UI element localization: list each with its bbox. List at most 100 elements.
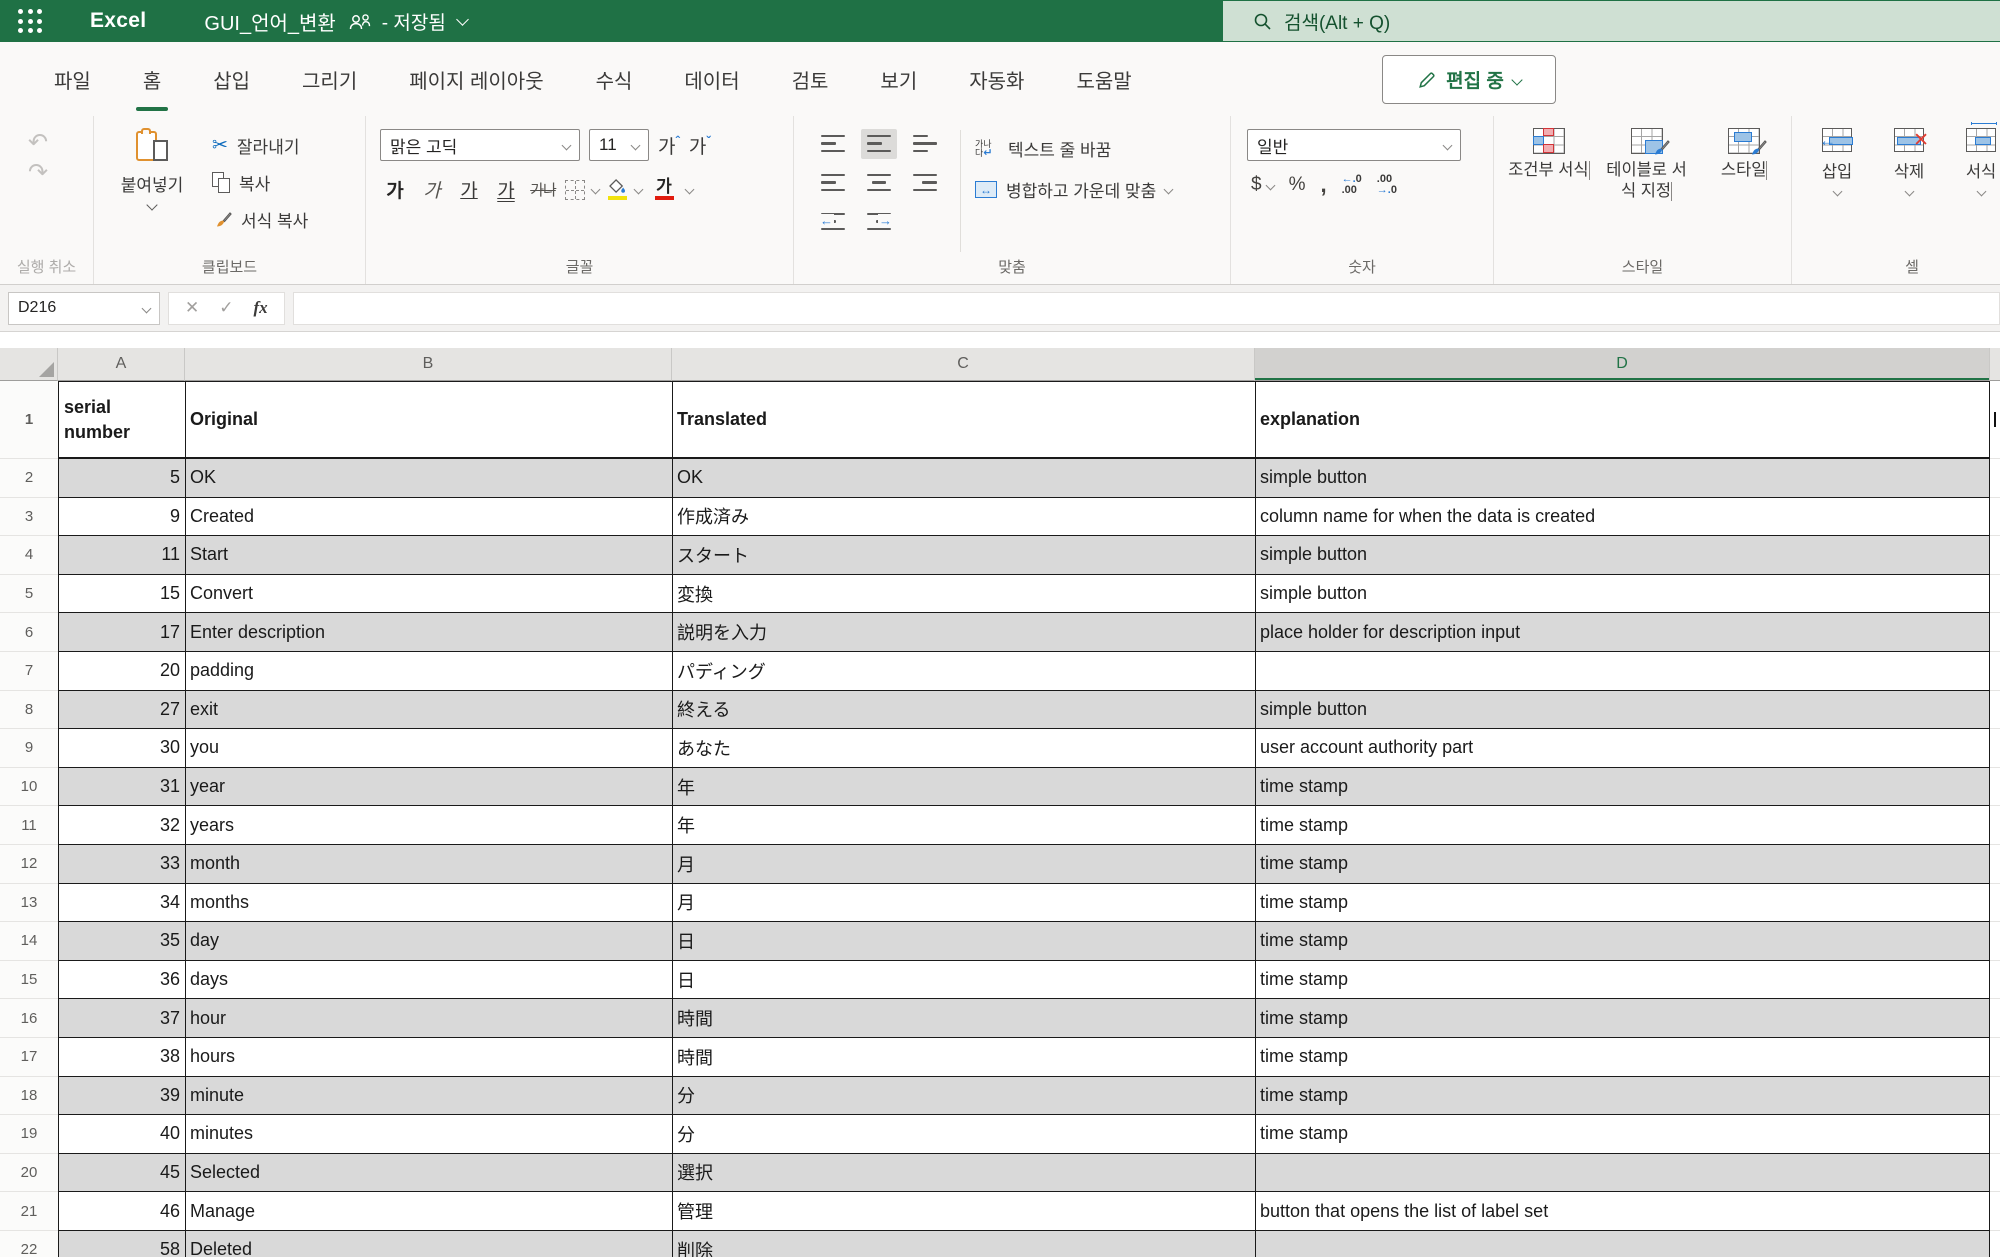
cell-translated[interactable]: 時間 (672, 999, 1255, 1038)
cell-explanation[interactable] (1255, 1231, 1990, 1257)
ribbon-tab[interactable]: 수식 (570, 42, 659, 116)
cell-translated[interactable]: 分 (672, 1077, 1255, 1116)
chevron-down-icon[interactable] (685, 185, 695, 195)
redo-icon[interactable]: ↷ (28, 162, 93, 184)
row-number[interactable]: 4 (0, 536, 58, 575)
row-number[interactable]: 7 (0, 652, 58, 691)
align-right-button[interactable] (907, 168, 943, 198)
cell-e[interactable] (1990, 961, 2000, 1000)
row-number[interactable]: 8 (0, 691, 58, 730)
column-header-b[interactable]: B (185, 348, 672, 381)
cell-translated[interactable]: 月 (672, 845, 1255, 884)
cell-e[interactable] (1990, 884, 2000, 923)
cell-serial[interactable]: 33 (58, 845, 185, 884)
cell-translated[interactable]: あなた (672, 729, 1255, 768)
cell-e[interactable] (1990, 1231, 2000, 1257)
cell-e[interactable] (1990, 691, 2000, 730)
font-family-select[interactable]: 맑은 고딕 (380, 129, 580, 161)
chevron-down-icon[interactable] (591, 185, 601, 195)
cell-translated[interactable]: 終える (672, 691, 1255, 730)
column-header-d-selected[interactable]: D (1255, 348, 1990, 381)
ribbon-tab[interactable]: 데이터 (658, 42, 765, 116)
fill-color-button[interactable] (606, 179, 628, 200)
ribbon-tab[interactable]: 페이지 레이아웃 (383, 42, 569, 116)
cell-e[interactable] (1990, 652, 2000, 691)
currency-format-button[interactable]: $ (1251, 174, 1274, 196)
cell-translated[interactable]: 管理 (672, 1192, 1255, 1231)
ribbon-tab[interactable]: 도움말 (1050, 42, 1157, 116)
cell-serial[interactable]: 11 (58, 536, 185, 575)
row-number[interactable]: 19 (0, 1115, 58, 1154)
cell-explanation[interactable]: time stamp (1255, 806, 1990, 845)
percent-format-button[interactable]: % (1289, 174, 1306, 196)
ribbon-tab[interactable]: 그리기 (276, 42, 383, 116)
cell-e[interactable] (1990, 1115, 2000, 1154)
cell-explanation[interactable]: simple button (1255, 459, 1990, 498)
cell-e[interactable] (1990, 613, 2000, 652)
cell-translated[interactable]: 月 (672, 884, 1255, 923)
cancel-entry-icon[interactable]: ✕ (185, 298, 199, 318)
file-name[interactable]: GUI_언어_변환 (204, 7, 335, 36)
cell-serial[interactable]: 27 (58, 691, 185, 730)
cell-explanation[interactable]: simple button (1255, 691, 1990, 730)
copy-button[interactable]: 복사 (212, 170, 308, 195)
row-number[interactable]: 17 (0, 1038, 58, 1077)
shrink-font-button[interactable]: 가ˇ (689, 132, 711, 159)
cell-original[interactable]: exit (185, 691, 672, 730)
cell-explanation[interactable]: user account authority part (1255, 729, 1990, 768)
cell-original[interactable]: year (185, 768, 672, 807)
cell-explanation[interactable] (1255, 652, 1990, 691)
merge-center-button[interactable]: ↔ 병합하고 가운데 맞춤 (975, 177, 1172, 202)
row-number[interactable]: 5 (0, 575, 58, 614)
cell-serial[interactable]: 34 (58, 884, 185, 923)
app-launcher-icon[interactable] (18, 9, 42, 33)
cell-serial[interactable]: 37 (58, 999, 185, 1038)
cell-translated[interactable]: 変換 (672, 575, 1255, 614)
cell-original[interactable]: days (185, 961, 672, 1000)
cell-explanation[interactable]: simple button (1255, 575, 1990, 614)
header-cell-translated[interactable]: Translated (672, 381, 1255, 459)
bold-button[interactable]: 가 (380, 176, 410, 203)
cell-original[interactable]: Enter description (185, 613, 672, 652)
cell-translated[interactable]: 説明を入力 (672, 613, 1255, 652)
cell-translated[interactable]: パディング (672, 652, 1255, 691)
comma-format-button[interactable]: , (1320, 176, 1326, 194)
cell-original[interactable]: month (185, 845, 672, 884)
cell-serial[interactable]: 32 (58, 806, 185, 845)
cell-original[interactable]: Deleted (185, 1231, 672, 1257)
cell-translated[interactable]: 年 (672, 768, 1255, 807)
align-left-button[interactable] (815, 168, 851, 198)
cell-explanation[interactable]: button that opens the list of label set (1255, 1192, 1990, 1231)
cut-button[interactable]: ✂ 잘라내기 (212, 133, 308, 158)
cell-explanation[interactable]: time stamp (1255, 884, 1990, 923)
italic-button[interactable]: 가 (417, 176, 447, 203)
cell-original[interactable]: Selected (185, 1154, 672, 1193)
row-number[interactable]: 20 (0, 1154, 58, 1193)
column-header-c[interactable]: C (672, 348, 1255, 381)
ribbon-tab[interactable]: 홈 (117, 42, 187, 116)
borders-button[interactable] (565, 180, 585, 200)
cell-original[interactable]: Convert (185, 575, 672, 614)
cell-explanation[interactable]: time stamp (1255, 845, 1990, 884)
row-number[interactable]: 1 (0, 381, 58, 459)
cell-translated[interactable]: 年 (672, 806, 1255, 845)
cell-serial[interactable]: 38 (58, 1038, 185, 1077)
cell-serial[interactable]: 40 (58, 1115, 185, 1154)
ribbon-tab[interactable]: 파일 (28, 42, 117, 116)
cell-e[interactable] (1990, 729, 2000, 768)
confirm-entry-icon[interactable]: ✓ (219, 298, 233, 318)
cell-serial[interactable]: 15 (58, 575, 185, 614)
cell-translated[interactable]: スタート (672, 536, 1255, 575)
cell-explanation[interactable]: time stamp (1255, 1077, 1990, 1116)
font-color-button[interactable]: 가 (649, 179, 679, 200)
cell-e[interactable] (1990, 1077, 2000, 1116)
align-top-button[interactable] (815, 129, 851, 159)
cell-serial[interactable]: 45 (58, 1154, 185, 1193)
cell-original[interactable]: minutes (185, 1115, 672, 1154)
cell-translated[interactable]: 削除 (672, 1231, 1255, 1257)
increase-decimal-button[interactable]: ←.0 .00 (1342, 174, 1362, 196)
cell-translated[interactable]: 選択 (672, 1154, 1255, 1193)
ribbon-tab[interactable]: 보기 (854, 42, 943, 116)
grow-font-button[interactable]: 가ˆ (658, 132, 680, 159)
cell-translated[interactable]: 時間 (672, 1038, 1255, 1077)
